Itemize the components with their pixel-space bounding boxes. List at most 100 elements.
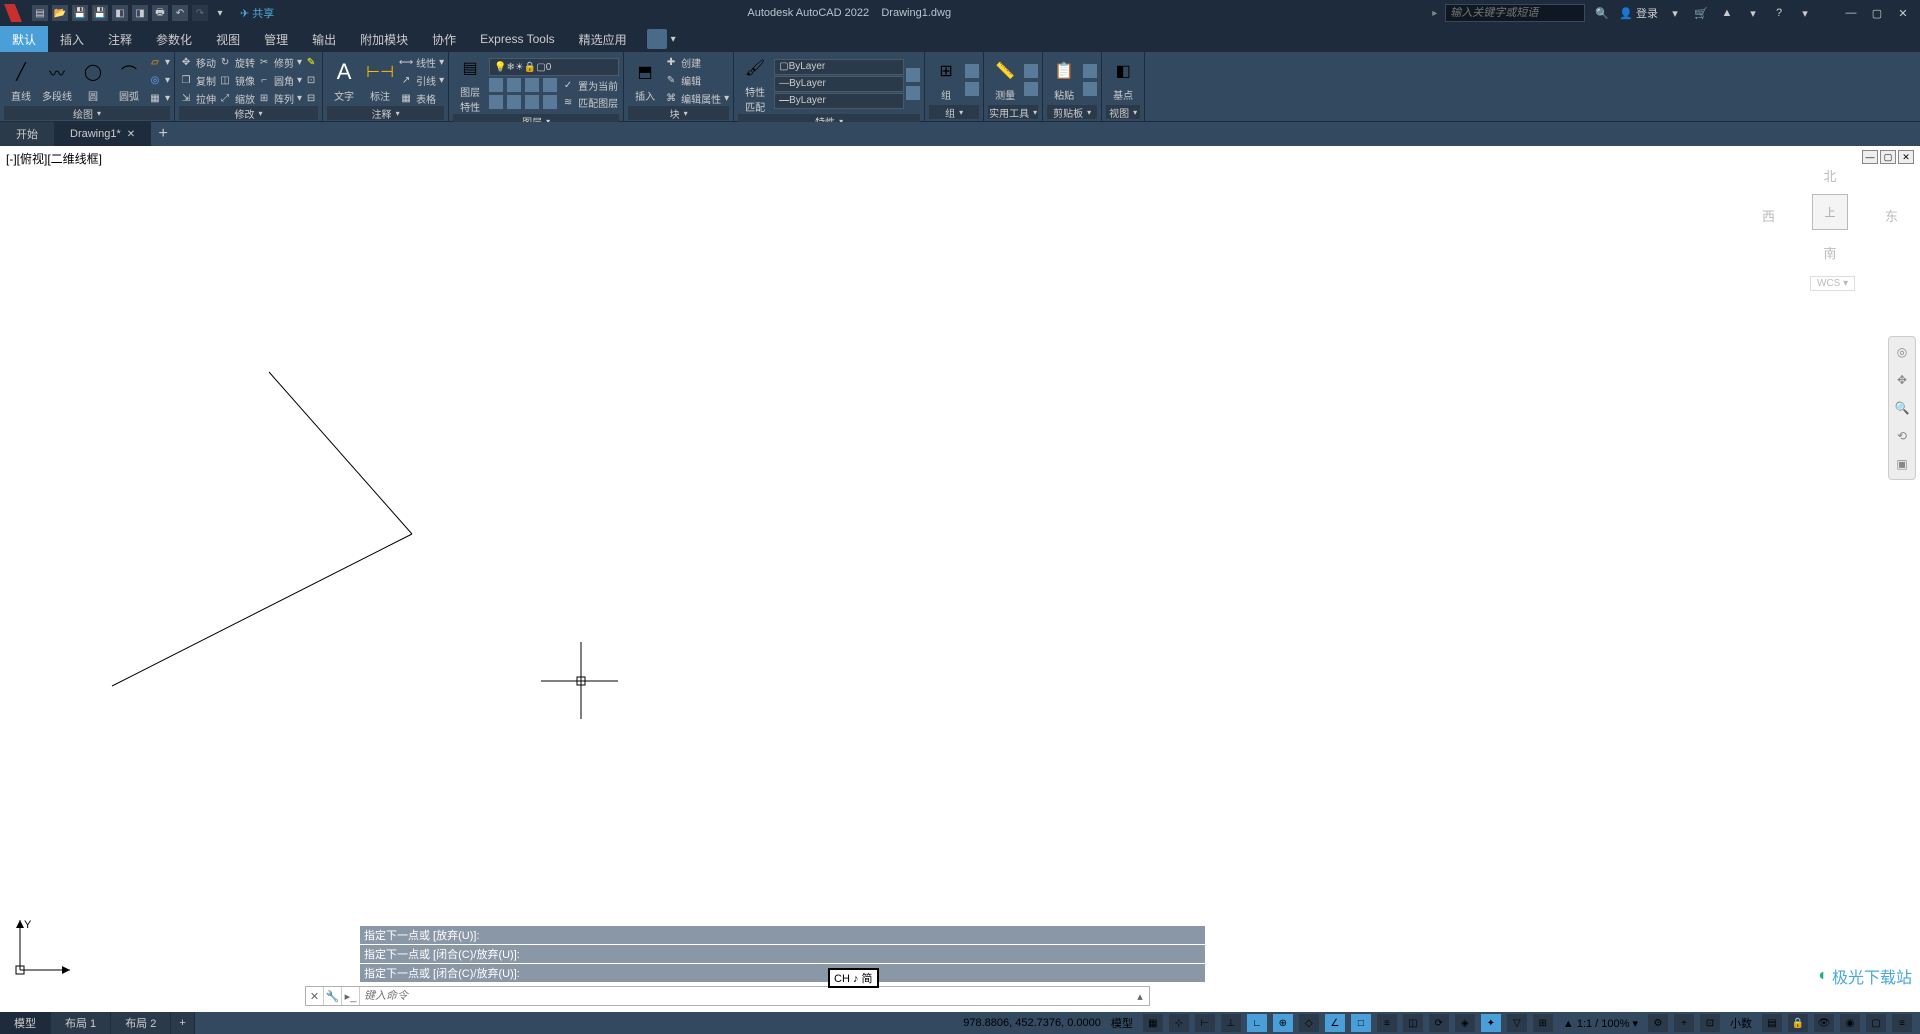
qat-saveas-icon[interactable]: 💾: [92, 5, 108, 21]
cmd-expand-icon[interactable]: ▴: [1131, 987, 1149, 1005]
polar-icon[interactable]: ⊕: [1273, 1014, 1293, 1032]
array-button[interactable]: ⊞阵列▾: [257, 90, 302, 106]
new-tab-button[interactable]: +: [151, 122, 175, 146]
dynucs-icon[interactable]: ✦: [1481, 1014, 1501, 1032]
nav-orbit-icon[interactable]: ⟲: [1891, 425, 1913, 447]
stretch-button[interactable]: ⇲拉伸: [179, 90, 216, 106]
tab-featured-apps[interactable]: 精选应用: [567, 26, 639, 52]
prop-extra-1[interactable]: [906, 67, 920, 83]
layer-btn-1[interactable]: [489, 77, 503, 93]
qat-dropdown-icon[interactable]: ▾: [212, 5, 228, 21]
help-search-input[interactable]: [1445, 4, 1585, 22]
panel-toggle-icon[interactable]: [647, 29, 667, 49]
units-button[interactable]: 小数: [1726, 1015, 1756, 1031]
edit-block-button[interactable]: ✎编辑: [664, 72, 729, 88]
lock-icon[interactable]: 🔒: [1788, 1014, 1808, 1032]
quickprops-icon[interactable]: ▤: [1762, 1014, 1782, 1032]
fillet-button[interactable]: ⌐圆角▾: [257, 72, 302, 88]
customize-icon[interactable]: ≡: [1892, 1014, 1912, 1032]
viewcube-west[interactable]: 西: [1762, 206, 1775, 225]
transparency-icon[interactable]: ◫: [1403, 1014, 1423, 1032]
share-button[interactable]: ✈ 共享: [240, 5, 274, 21]
login-button[interactable]: 👤 登录: [1619, 5, 1658, 21]
match-properties-button[interactable]: 🖌特性 匹配: [738, 54, 772, 114]
snap-icon[interactable]: ⊹: [1169, 1014, 1189, 1032]
viewcube-north[interactable]: 北: [1823, 166, 1836, 185]
layer-btn-4[interactable]: [543, 77, 557, 93]
tab-view[interactable]: 视图: [204, 26, 252, 52]
viewcube-east[interactable]: 东: [1885, 206, 1898, 225]
qat-undo-icon[interactable]: ↶: [172, 5, 188, 21]
tab-collaborate[interactable]: 协作: [420, 26, 468, 52]
util-extra-1[interactable]: [1024, 63, 1038, 79]
ortho-icon[interactable]: ∟: [1247, 1014, 1267, 1032]
polyline-button[interactable]: 〰多段线: [40, 58, 74, 103]
mirror-button[interactable]: ◫镜像: [218, 72, 255, 88]
nav-wheel-icon[interactable]: ◎: [1891, 341, 1913, 363]
otrack-icon[interactable]: ∠: [1325, 1014, 1345, 1032]
dyn-icon[interactable]: ⊥: [1221, 1014, 1241, 1032]
modify-extra-1[interactable]: ✎: [304, 54, 318, 70]
search-icon[interactable]: 🔍: [1593, 4, 1611, 22]
nav-pan-icon[interactable]: ✥: [1891, 369, 1913, 391]
insert-block-button[interactable]: ⬒插入: [628, 58, 662, 103]
command-input[interactable]: [360, 990, 1131, 1002]
viewcube-south[interactable]: 南: [1823, 243, 1836, 262]
circle-button[interactable]: ◯圆: [76, 58, 110, 103]
copy-button[interactable]: ❐复制: [179, 72, 216, 88]
filter-icon[interactable]: ▽: [1507, 1014, 1527, 1032]
cmd-prompt-icon[interactable]: ▸_: [342, 987, 360, 1005]
table-button[interactable]: ▦表格: [399, 90, 444, 106]
gear-icon[interactable]: ⚙: [1648, 1014, 1668, 1032]
draw-extra-3[interactable]: ▦▾: [148, 90, 170, 106]
viewcube-top[interactable]: 上: [1812, 194, 1848, 230]
viewport-close-icon[interactable]: ✕: [1898, 150, 1914, 164]
nav-showmotion-icon[interactable]: ▣: [1891, 453, 1913, 475]
text-button[interactable]: A文字: [327, 58, 361, 103]
set-current-button[interactable]: ✓置为当前: [561, 77, 618, 93]
draw-extra-2[interactable]: ◎▾: [148, 72, 170, 88]
qat-open-icon[interactable]: 📂: [52, 5, 68, 21]
layer-btn-3[interactable]: [525, 77, 539, 93]
qat-webopen-icon[interactable]: ◧: [112, 5, 128, 21]
infer-icon[interactable]: ⊢: [1195, 1014, 1215, 1032]
scale-button[interactable]: ⤢缩放: [218, 90, 255, 106]
viewport-label[interactable]: [-][俯视][二维线框]: [6, 150, 102, 167]
tab-manage[interactable]: 管理: [252, 26, 300, 52]
layout-1[interactable]: 布局 1: [51, 1012, 111, 1034]
layer-properties-button[interactable]: ▤图层 特性: [453, 54, 487, 114]
app-logo[interactable]: [4, 4, 22, 22]
util-extra-2[interactable]: [1024, 81, 1038, 97]
lineweight-icon[interactable]: ≡: [1377, 1014, 1397, 1032]
workspace-icon[interactable]: +: [1674, 1014, 1694, 1032]
hardware-icon[interactable]: ◉: [1840, 1014, 1860, 1032]
arc-button[interactable]: ⌒圆弧: [112, 58, 146, 103]
linear-button[interactable]: ⟷线性▾: [399, 54, 444, 70]
cycle-icon[interactable]: ⟳: [1429, 1014, 1449, 1032]
paste-button[interactable]: 📋粘贴: [1047, 57, 1081, 102]
cart-icon[interactable]: 🛒: [1692, 4, 1710, 22]
lineweight-selector[interactable]: — ByLayer: [774, 76, 904, 92]
nav-zoom-icon[interactable]: 🔍: [1891, 397, 1913, 419]
line-button[interactable]: ╱直线: [4, 58, 38, 103]
match-layer-button[interactable]: ≋匹配图层: [561, 94, 618, 110]
layer-btn-5[interactable]: [489, 94, 503, 110]
tab-express-tools[interactable]: Express Tools: [468, 26, 566, 52]
qat-websave-icon[interactable]: ◨: [132, 5, 148, 21]
cmd-config-icon[interactable]: 🔧: [324, 987, 342, 1005]
viewport-maximize-icon[interactable]: ▢: [1880, 150, 1896, 164]
color-selector[interactable]: ▢ ByLayer: [774, 59, 904, 75]
maximize-button[interactable]: ▢: [1868, 4, 1886, 22]
dropdown-icon[interactable]: ▾: [1744, 4, 1762, 22]
viewcube[interactable]: 北 西 东 上 南 WCS ▾: [1780, 166, 1880, 286]
filetab-start[interactable]: 开始: [0, 122, 54, 146]
modify-extra-2[interactable]: ⊡: [304, 72, 318, 88]
tab-insert[interactable]: 插入: [48, 26, 96, 52]
qat-print-icon[interactable]: 🖶: [152, 5, 168, 21]
annoscale-button[interactable]: ▲ 1:1 / 100% ▾: [1559, 1017, 1642, 1030]
cleanscreen-icon[interactable]: ▢: [1866, 1014, 1886, 1032]
viewport-minimize-icon[interactable]: —: [1862, 150, 1878, 164]
annomon-icon[interactable]: ⊡: [1700, 1014, 1720, 1032]
trim-button[interactable]: ✂修剪▾: [257, 54, 302, 70]
layer-selector[interactable]: 💡❄☀🔒▢ 0: [489, 58, 619, 76]
